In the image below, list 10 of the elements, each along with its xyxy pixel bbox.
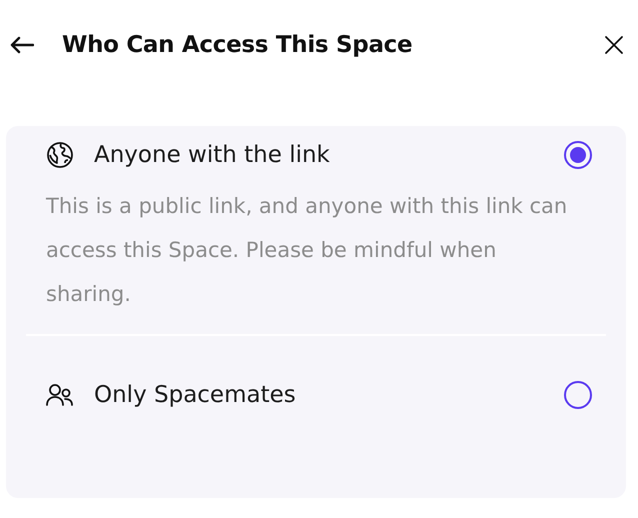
globe-icon <box>46 141 74 169</box>
back-arrow-icon[interactable] <box>10 36 34 54</box>
close-icon[interactable] <box>604 35 624 55</box>
radio-button[interactable] <box>564 381 592 409</box>
option-description: This is a public link, and anyone with this link can access this Space. Please be mindful when sharing. <box>46 193 568 308</box>
option-label: Only Spacemates <box>94 382 297 408</box>
people-icon <box>46 383 74 407</box>
radio-button[interactable] <box>564 141 592 169</box>
option-label: Anyone with the link <box>94 142 331 168</box>
dialog-title: Who Can Access This Space <box>62 32 414 58</box>
